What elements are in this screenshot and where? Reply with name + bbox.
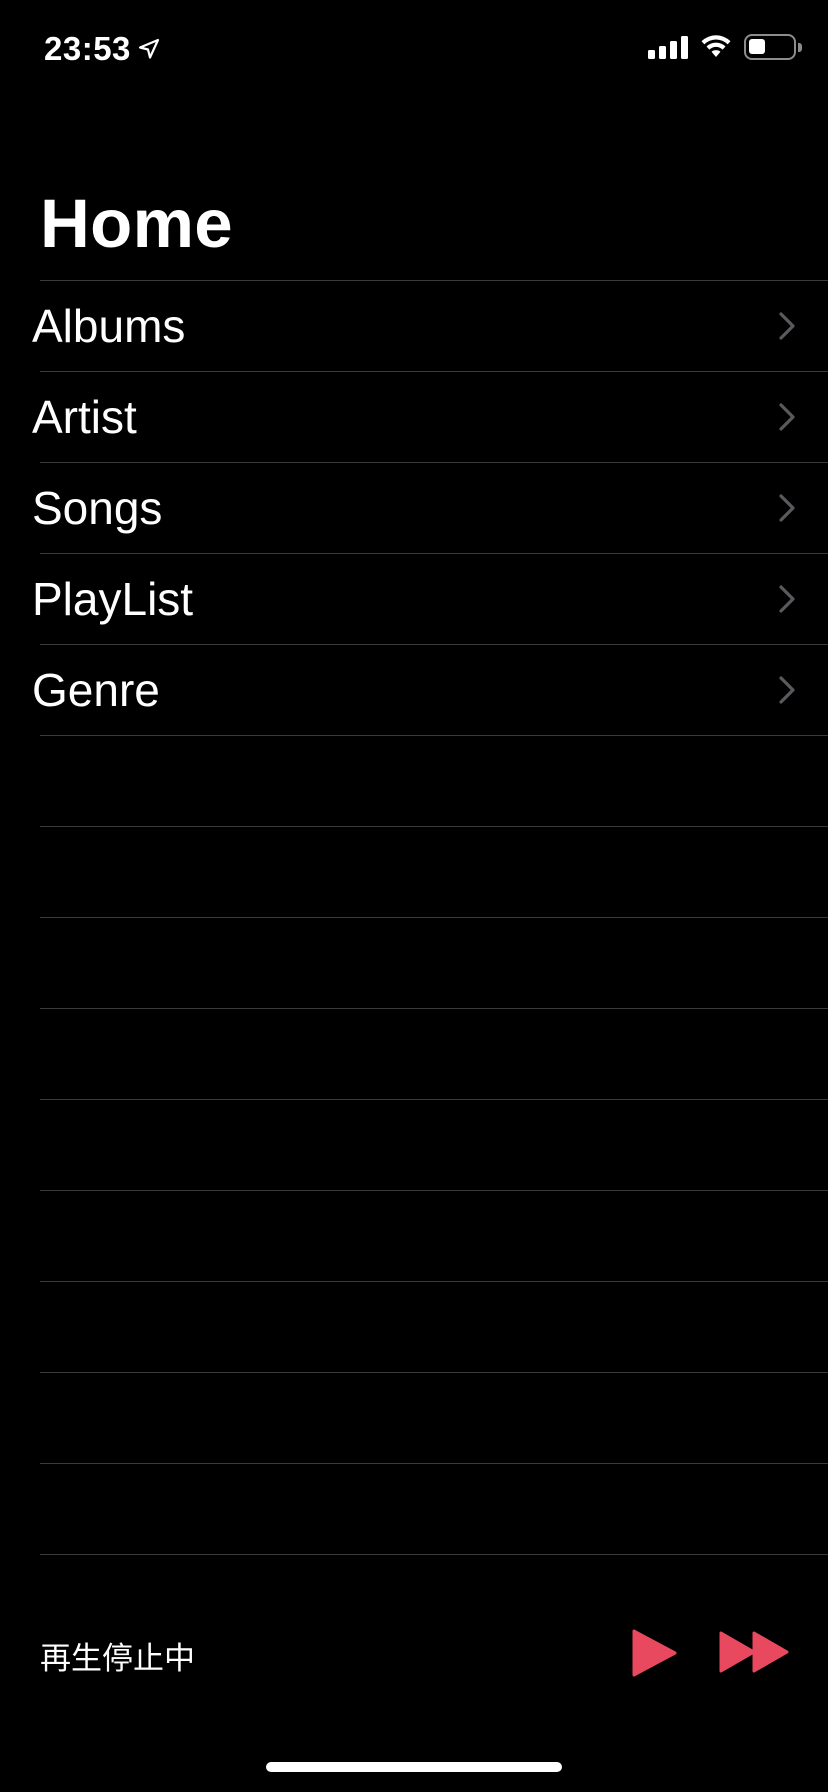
list-item-label: Genre [32, 664, 160, 716]
chevron-right-icon [779, 494, 795, 522]
list-item-label: Albums [32, 300, 186, 352]
page-title: Home [40, 185, 233, 262]
list-divider [40, 1554, 828, 1555]
list-item-genre[interactable]: Genre [32, 644, 828, 735]
player-bar: 再生停止中 [0, 1600, 828, 1710]
chevron-right-icon [779, 585, 795, 613]
screen: 23:53 Home Albums Artist Songs PlayList … [0, 0, 828, 1792]
empty-row [40, 1099, 828, 1190]
empty-row [40, 1008, 828, 1099]
empty-row [40, 826, 828, 917]
battery-icon [744, 34, 802, 60]
list-item-label: Artist [32, 391, 137, 443]
list-item-label: PlayList [32, 573, 194, 625]
fast-forward-icon[interactable] [718, 1630, 790, 1674]
empty-row [40, 1463, 828, 1554]
playback-status: 再生停止中 [40, 1641, 195, 1677]
status-icons [648, 34, 802, 60]
location-arrow-icon [138, 38, 160, 59]
status-bar: 23:53 [0, 0, 828, 100]
chevron-right-icon [779, 403, 795, 431]
empty-row [40, 1281, 828, 1372]
menu-list: Albums Artist Songs PlayList Genre [0, 280, 828, 1555]
list-item-songs[interactable]: Songs [32, 462, 828, 553]
empty-row [40, 917, 828, 1008]
play-icon[interactable] [630, 1628, 678, 1678]
list-item-label: Songs [32, 482, 163, 534]
status-time-group: 23:53 [44, 30, 161, 68]
empty-row [40, 1372, 828, 1463]
chevron-right-icon [779, 312, 795, 340]
list-item-playlist[interactable]: PlayList [32, 553, 828, 644]
empty-row [40, 735, 828, 826]
chevron-right-icon [779, 676, 795, 704]
list-item-artist[interactable]: Artist [32, 371, 828, 462]
home-indicator[interactable] [266, 1762, 562, 1772]
cellular-signal-icon [648, 35, 688, 59]
battery-level [749, 39, 765, 54]
status-time: 23:53 [44, 30, 131, 67]
list-item-albums[interactable]: Albums [32, 280, 828, 371]
wifi-icon [701, 35, 731, 57]
empty-row [40, 1190, 828, 1281]
